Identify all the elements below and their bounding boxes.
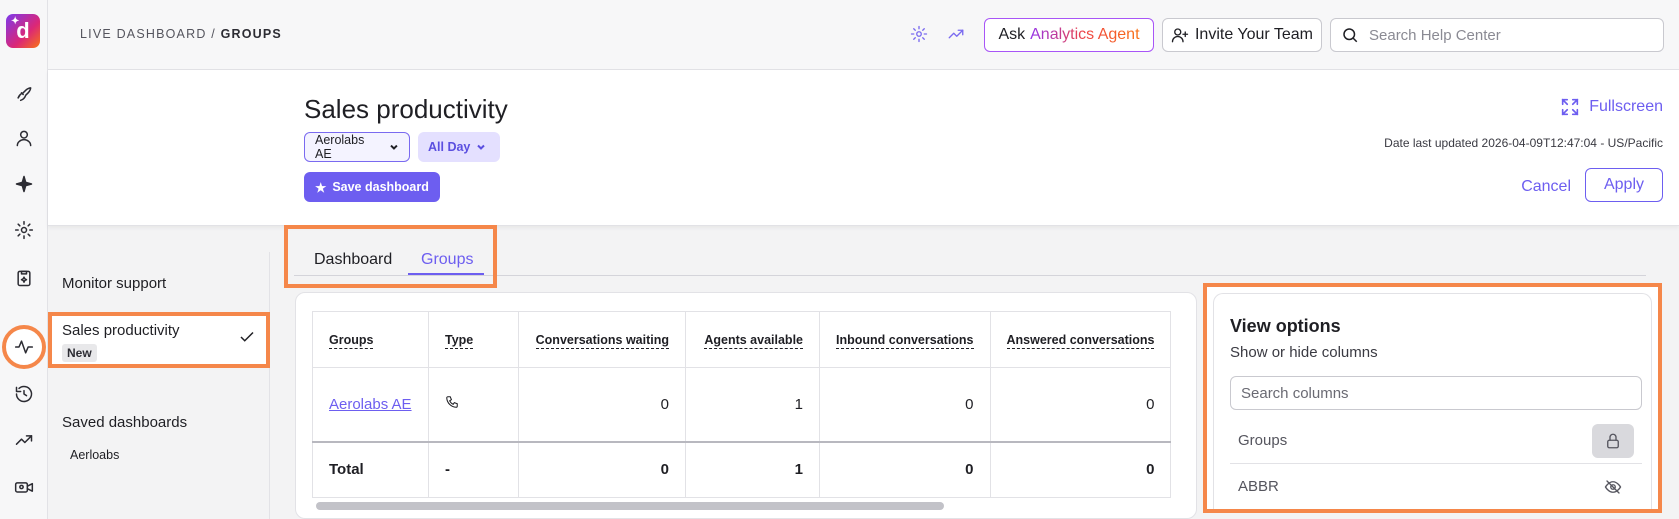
pulse-icon[interactable] [12,335,36,359]
ask-agent-label: Analytics Agent [1030,26,1140,43]
saved-dashboards-heading: Saved dashboards [62,414,188,431]
apply-button[interactable]: Apply [1585,168,1663,202]
type-cell [428,367,519,442]
total-inbound-cell: 0 [819,440,991,498]
user-plus-icon [1171,28,1189,43]
ask-analytics-agent-button[interactable]: Ask Analytics Agent [984,18,1154,52]
active-tab-indicator [408,273,484,275]
column-header-inbound-conversations[interactable]: Inbound conversations [819,311,991,368]
cancel-button[interactable]: Cancel [1521,178,1571,196]
view-options-panel: View options Show or hide columns Groups… [1213,293,1652,509]
rocket-icon[interactable] [12,80,36,104]
dashboard-header: Sales productivity Aerolabs AE All Day ★… [48,70,1679,226]
total-waiting-cell: 0 [518,440,686,498]
column-option-name: Groups [1238,432,1288,449]
eye-off-icon[interactable] [1592,470,1634,504]
trend-icon[interactable] [12,428,36,452]
person-icon[interactable] [12,126,36,150]
top-bar: LIVE DASHBOARD / GROUPS Ask Analytics Ag… [48,0,1679,70]
groups-table-card: Groups Type Conversations waiting Agents… [295,292,1197,519]
sparkle-icon[interactable] [12,172,36,196]
nav-item-label: Sales productivity [62,322,180,339]
conversations-waiting-cell: 0 [518,367,686,442]
star-icon: ★ [315,180,327,195]
breadcrumb-current: GROUPS [220,27,282,41]
column-header-type[interactable]: Type [428,311,519,368]
column-header-agents-available[interactable]: Agents available [685,311,820,368]
phone-icon [446,396,458,409]
search-columns-input[interactable] [1230,376,1642,410]
search-icon [1343,28,1358,43]
camera-user-icon[interactable] [12,475,36,499]
total-label-cell: Total [312,440,429,498]
clipboard-sparkle-icon[interactable] [12,266,36,290]
time-filter-dropdown[interactable]: All Day [418,132,500,162]
tab-groups[interactable]: Groups [421,251,473,269]
group-filter-value: Aerolabs AE [315,133,365,161]
view-options-title: View options [1230,316,1341,336]
view-options-subtitle: Show or hide columns [1230,344,1378,361]
save-dashboard-button[interactable]: ★ Save dashboard [304,172,440,202]
page-title: Sales productivity [304,94,508,124]
column-header-answered-conversations[interactable]: Answered conversations [989,311,1172,368]
new-badge: New [62,344,97,362]
column-option-name: ABBR [1238,478,1279,495]
group-link[interactable]: Aerolabs AE [329,396,412,413]
total-answered-cell: 0 [989,440,1172,498]
chevron-down-icon [477,144,486,150]
answered-conversations-cell: 0 [989,367,1172,442]
saved-dashboard-item[interactable]: Aerloabs [70,448,119,462]
checkmark-icon [238,328,256,351]
total-type-cell: - [428,440,519,498]
nav-item-sales-productivity[interactable]: Sales productivity New [48,312,270,368]
help-search-input[interactable] [1369,26,1649,44]
invite-team-button[interactable]: Invite Your Team [1162,18,1322,52]
tab-dashboard[interactable]: Dashboard [314,251,392,269]
ask-prefix-label: Ask [998,26,1026,43]
total-agents-cell: 1 [685,440,820,498]
table-total-row: Total - 0 1 0 0 [312,440,1172,498]
column-header-conversations-waiting[interactable]: Conversations waiting [518,311,686,368]
lock-icon[interactable] [1592,424,1634,458]
fullscreen-label: Fullscreen [1589,98,1663,115]
logo-sparkle-icon: ✦ [11,16,20,27]
history-icon[interactable] [12,382,36,406]
view-options-highlight: View options Show or hide columns Groups… [1203,283,1662,513]
fullscreen-button[interactable]: Fullscreen [1559,96,1663,118]
dashboard-side-nav: Monitor support Sales productivity New S… [48,252,270,519]
inbound-conversations-cell: 0 [819,367,991,442]
time-filter-value: All Day [428,140,471,154]
date-last-updated: Date last updated 2026-04-09T12:47:04 - … [1384,136,1663,150]
gear-icon[interactable] [12,218,36,242]
column-option-groups: Groups [1230,418,1642,464]
breadcrumb-parent[interactable]: LIVE DASHBOARD / [80,27,221,41]
column-option-abbr: ABBR [1230,464,1642,510]
column-header-groups[interactable]: Groups [312,311,429,368]
help-search-box[interactable] [1330,18,1664,52]
invite-label: Invite Your Team [1194,26,1313,43]
groups-table: Groups Type Conversations waiting Agents… [312,311,1172,498]
horizontal-scrollbar[interactable] [316,502,944,510]
analytics-trend-icon[interactable] [947,25,967,45]
group-filter-dropdown[interactable]: Aerolabs AE [304,132,410,162]
app-logo[interactable]: ✦ d [6,14,40,48]
table-row: Aerolabs AE 0 1 0 0 [312,367,1172,442]
chevron-down-icon [390,144,398,150]
expand-icon [1562,98,1579,116]
settings-gear-icon[interactable] [910,25,930,45]
nav-item-monitor-support[interactable]: Monitor support [62,275,166,292]
left-rail: ✦ d [0,0,48,519]
group-cell: Aerolabs AE [312,367,429,442]
table-header-row: Groups Type Conversations waiting Agents… [312,311,1172,368]
save-dashboard-label: Save dashboard [332,180,429,194]
breadcrumb: LIVE DASHBOARD / GROUPS [80,27,282,41]
agents-available-cell: 1 [685,367,820,442]
